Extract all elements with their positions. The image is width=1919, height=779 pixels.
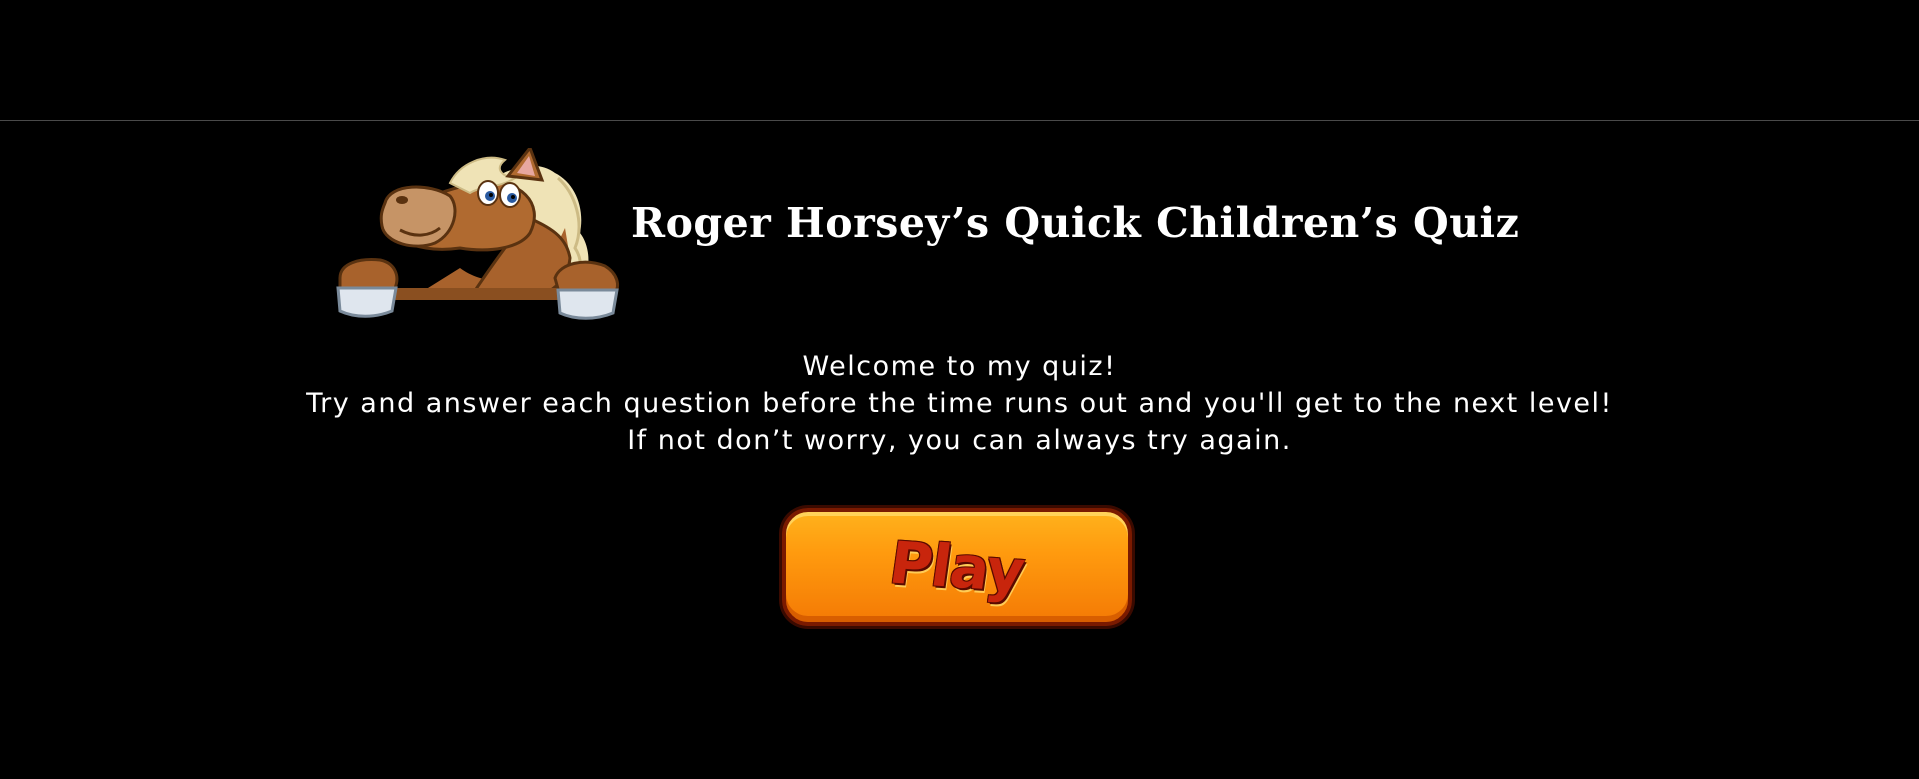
intro-line-welcome: Welcome to my quiz! xyxy=(802,351,1117,382)
play-button-label: Play xyxy=(885,528,1029,606)
play-button[interactable]: Play xyxy=(782,508,1132,626)
intro-line-reassurance: If not don’t worry, you can always try a… xyxy=(627,425,1292,456)
intro-text: Welcome to my quiz! Try and answer each … xyxy=(0,348,1919,459)
horse-mascot-icon xyxy=(336,148,619,320)
quiz-header: Roger Horsey’s Quick Children’s Quiz xyxy=(330,148,1519,338)
page-title: Roger Horsey’s Quick Children’s Quiz xyxy=(631,199,1520,247)
top-divider xyxy=(0,120,1919,121)
intro-line-instructions: Try and answer each question before the … xyxy=(306,388,1613,419)
top-bar xyxy=(0,0,1919,120)
